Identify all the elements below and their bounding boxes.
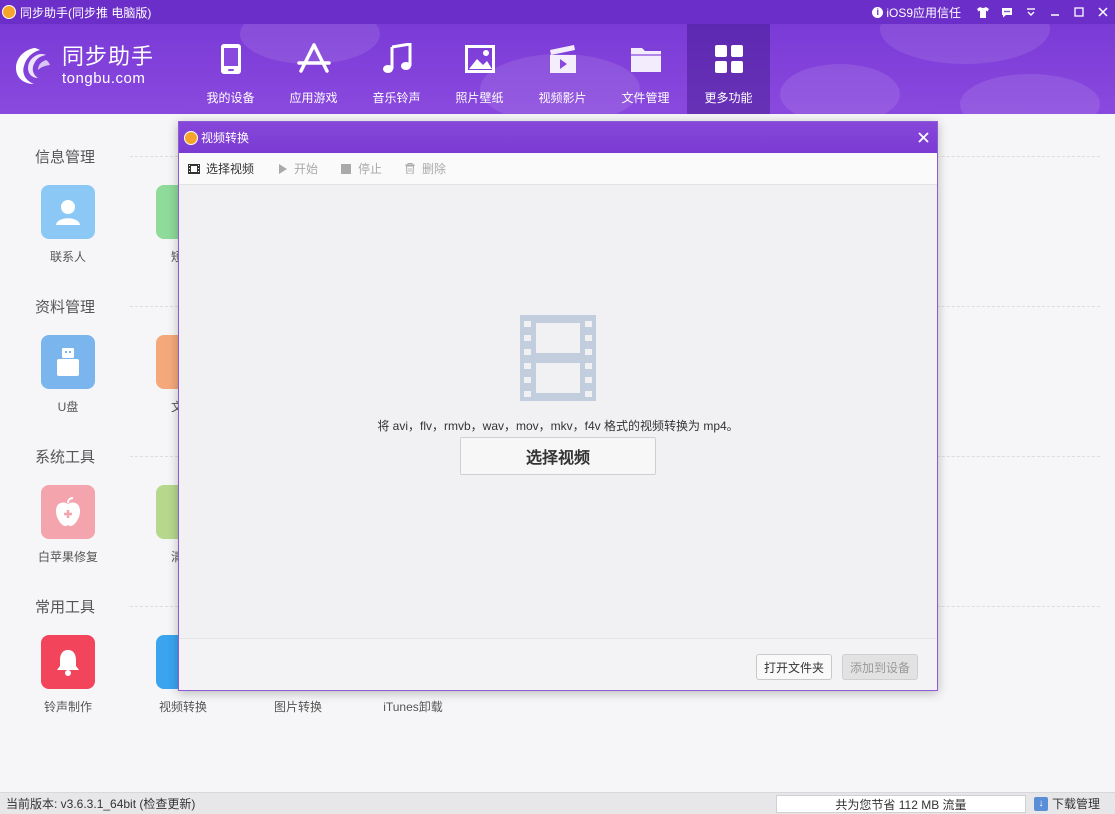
trash-icon xyxy=(404,163,416,175)
nav-label: 照片壁纸 xyxy=(455,91,504,105)
minimize-icon xyxy=(1051,14,1059,16)
start-button[interactable]: 开始 xyxy=(276,160,318,177)
ringtone-maker-tile[interactable] xyxy=(41,635,95,689)
section-title-common: 常用工具 xyxy=(35,599,96,616)
menu-down-icon xyxy=(1027,7,1035,16)
supported-formats-hint: 将 avi，flv，rmvb，wav，mov，mkv，f4v 格式的视频转换为 … xyxy=(377,419,739,433)
info-icon: i xyxy=(872,6,884,18)
nav-apps-games[interactable]: 应用游戏 xyxy=(272,24,355,114)
white-apple-fix-tile[interactable] xyxy=(41,485,95,539)
brand-name-cn: 同步助手 xyxy=(62,44,155,69)
udisk-label: U盘 xyxy=(57,400,79,414)
apple-repair-icon xyxy=(56,497,80,526)
maximize-icon xyxy=(1074,7,1084,17)
nav-label: 视频影片 xyxy=(538,91,587,105)
nav-file-manager[interactable]: 文件管理 xyxy=(604,24,687,114)
section-title-system: 系统工具 xyxy=(35,449,96,466)
download-manager-label: 下载管理 xyxy=(1052,797,1101,811)
app-store-icon xyxy=(296,41,332,77)
tshirt-icon xyxy=(977,6,989,18)
skin-button[interactable] xyxy=(971,0,995,24)
white-apple-fix-label: 白苹果修复 xyxy=(37,550,98,564)
brand-name-en: tongbu.com xyxy=(62,70,146,87)
close-icon xyxy=(917,132,929,143)
image-convert-label[interactable]: 图片转换 xyxy=(258,698,338,715)
add-to-device-button[interactable]: 添加到设备 xyxy=(842,654,918,680)
minimize-button[interactable] xyxy=(1043,0,1067,24)
download-manager-button[interactable]: ↓ 下载管理 xyxy=(1034,795,1100,812)
select-video-button[interactable]: 选择视频 xyxy=(460,437,656,475)
contacts-tile[interactable] xyxy=(41,185,95,239)
window-titlebar: 同步助手(同步推 电脑版) i iOS9应用信任 xyxy=(0,0,1115,24)
phone-icon xyxy=(213,41,249,77)
video-list-area: 将 avi，flv，rmvb，wav，mov，mkv，f4v 格式的视频转换为 … xyxy=(179,185,937,638)
close-button[interactable] xyxy=(1091,0,1115,24)
video-convert-dialog: 视频转换 选择视频 开始 停止 删除 将 avi，flv，rmvb，wav，mo… xyxy=(178,121,938,691)
film-strip-icon xyxy=(520,315,596,401)
nav-label: 音乐铃声 xyxy=(372,91,421,105)
video-convert-label: 视频转换 xyxy=(158,700,207,714)
version-info[interactable]: 当前版本: v3.6.3.1_64bit (检查更新) xyxy=(6,795,195,812)
brand-logo: 同步助手 tongbu.com xyxy=(10,42,154,90)
play-icon xyxy=(276,163,288,175)
dialog-close-button[interactable] xyxy=(909,122,937,153)
select-video-toolbar-label: 选择视频 xyxy=(206,162,255,176)
delete-button[interactable]: 删除 xyxy=(404,160,446,177)
nav-label: 我的设备 xyxy=(206,91,255,105)
nav-label: 应用游戏 xyxy=(289,91,338,105)
stop-button[interactable]: 停止 xyxy=(340,160,382,177)
nav-label: 文件管理 xyxy=(621,91,670,105)
stop-icon xyxy=(340,163,352,175)
window-title: 同步助手(同步推 电脑版) xyxy=(20,5,152,20)
ios9-trust-link[interactable]: i iOS9应用信任 xyxy=(872,4,961,21)
bell-icon xyxy=(57,650,79,676)
grid-icon xyxy=(711,41,747,77)
main-header: 同步助手 tongbu.com 我的设备 应用游戏 音乐铃声 照片壁纸 视频影片… xyxy=(0,24,1115,114)
contact-person-icon xyxy=(56,200,80,225)
menu-dropdown-button[interactable] xyxy=(1019,0,1043,24)
ringtone-maker-label: 铃声制作 xyxy=(43,700,92,714)
status-bar: 当前版本: v3.6.3.1_64bit (检查更新) 共为您节省 112 MB… xyxy=(0,792,1115,814)
maximize-button[interactable] xyxy=(1067,0,1091,24)
stop-label: 停止 xyxy=(358,162,383,176)
contacts-label: 联系人 xyxy=(49,250,86,264)
dialog-toolbar: 选择视频 开始 停止 删除 xyxy=(179,153,937,185)
chat-bubble-icon xyxy=(1002,7,1012,17)
nav-video[interactable]: 视频影片 xyxy=(521,24,604,114)
dialog-footer: 打开文件夹 添加到设备 xyxy=(179,638,937,690)
traffic-saved: 共为您节省 112 MB 流量 xyxy=(776,795,1026,813)
delete-label: 删除 xyxy=(422,162,447,176)
close-icon xyxy=(1098,7,1108,17)
video-clapper-icon xyxy=(545,41,581,77)
feedback-button[interactable] xyxy=(995,0,1019,24)
music-note-icon xyxy=(379,41,415,77)
ios9-trust-label: iOS9应用信任 xyxy=(886,5,961,20)
main-nav: 我的设备 应用游戏 音乐铃声 照片壁纸 视频影片 文件管理 更多功能 xyxy=(189,24,770,114)
app-logo-icon xyxy=(2,5,16,19)
folder-icon xyxy=(628,41,664,77)
picture-icon xyxy=(462,41,498,77)
usb-drive-icon xyxy=(57,348,79,376)
dialog-titlebar: 视频转换 xyxy=(179,122,937,153)
film-icon xyxy=(188,163,200,175)
section-title-info: 信息管理 xyxy=(35,149,96,166)
open-folder-button[interactable]: 打开文件夹 xyxy=(756,654,832,680)
tongbu-swirl-icon xyxy=(16,48,50,84)
dialog-title: 视频转换 xyxy=(201,131,250,145)
app-logo-icon xyxy=(184,130,198,145)
select-video-toolbar-button[interactable]: 选择视频 xyxy=(188,160,254,177)
nav-more-features[interactable]: 更多功能 xyxy=(687,24,770,114)
udisk-tile[interactable] xyxy=(41,335,95,389)
start-label: 开始 xyxy=(294,162,319,176)
nav-music-ringtone[interactable]: 音乐铃声 xyxy=(355,24,438,114)
nav-photos-wallpaper[interactable]: 照片壁纸 xyxy=(438,24,521,114)
itunes-uninstall-label[interactable]: iTunes卸载 xyxy=(373,698,453,715)
nav-my-device[interactable]: 我的设备 xyxy=(189,24,272,114)
nav-label: 更多功能 xyxy=(704,91,753,105)
section-title-data: 资料管理 xyxy=(35,299,96,316)
download-icon: ↓ xyxy=(1034,796,1048,811)
